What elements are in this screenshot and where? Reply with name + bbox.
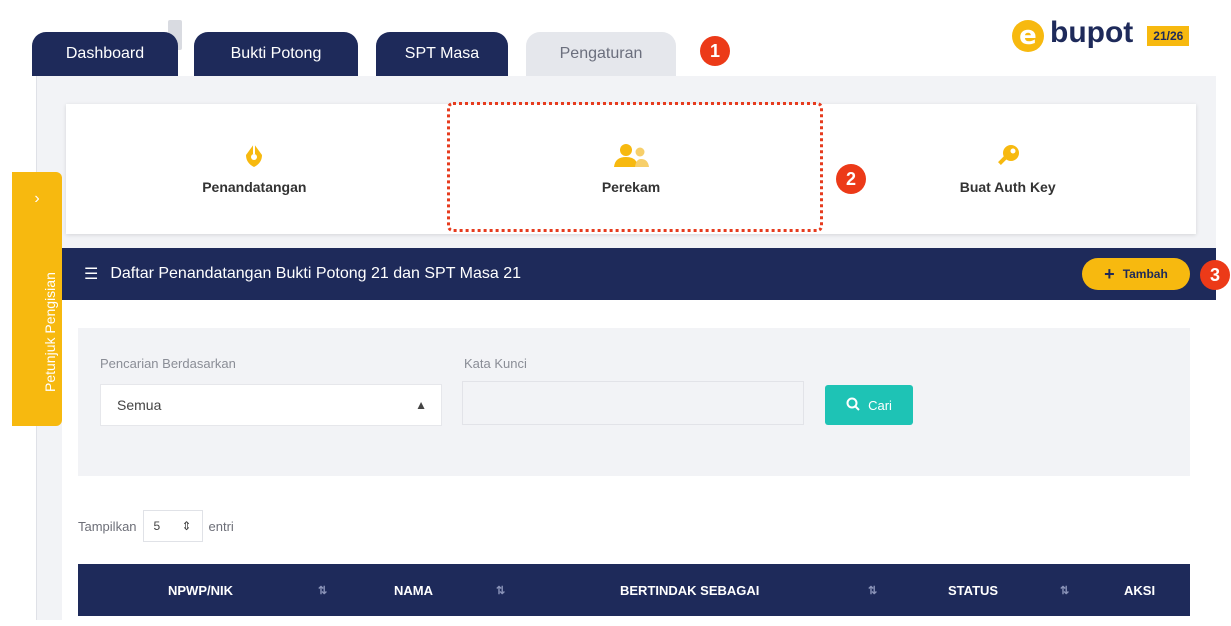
list-icon: ☰ <box>84 266 99 283</box>
plus-icon: + <box>1104 263 1115 284</box>
column-aksi: AKSI <box>1124 582 1156 598</box>
page-size-value: 5 <box>153 519 161 533</box>
step-marker-2: 2 <box>836 164 866 194</box>
tab-pengaturan[interactable]: Pengaturan <box>526 32 676 76</box>
tab-dashboard[interactable]: Dashboard <box>32 32 178 76</box>
tab-spt-masa[interactable]: SPT Masa <box>376 32 508 76</box>
card-label: Penandatangan <box>202 179 307 195</box>
sort-icon[interactable]: ⇅ <box>868 564 877 616</box>
column-nama[interactable]: NAMA <box>394 564 433 616</box>
criteria-value: Semua <box>117 397 162 413</box>
pen-nib-icon <box>243 143 265 169</box>
section-title: Daftar Penandatangan Bukti Potong 21 dan… <box>110 265 521 282</box>
search-button[interactable]: Cari <box>825 385 913 425</box>
criteria-select[interactable]: Semua ▲︎ <box>100 384 442 426</box>
app-logo: e bupot 21/26 <box>1012 16 1190 52</box>
page-size-suffix: entri <box>208 518 234 534</box>
step-marker-1: 1 <box>700 36 730 66</box>
settings-cards: Penandatangan Perekam Buat Auth Key <box>66 104 1196 234</box>
table-header: NPWP/NIK ⇅ NAMA ⇅ BERTINDAK SEBAGAI ⇅ ST… <box>78 564 1190 616</box>
section-header: ☰ Daftar Penandatangan Bukti Potong 21 d… <box>62 248 1216 300</box>
card-buat-auth-key[interactable]: Buat Auth Key <box>819 104 1196 234</box>
tab-label: Pengaturan <box>559 45 643 62</box>
sort-icon[interactable]: ⇅ <box>318 564 327 616</box>
sort-icon[interactable]: ⇅ <box>1060 564 1069 616</box>
select-caret-icon: ⇕ <box>181 519 192 533</box>
card-penandatangan[interactable]: Penandatangan <box>66 104 443 234</box>
search-icon <box>846 397 860 414</box>
page-size-row: Tampilkan 5 ⇕ entri <box>78 510 234 542</box>
page: Dashboard Bukti Potong SPT Masa Pengatur… <box>0 0 1231 626</box>
logo-name: bupot <box>1050 16 1134 49</box>
tab-label: Dashboard <box>65 45 145 62</box>
keyword-input[interactable] <box>462 381 804 425</box>
guide-side-tab[interactable]: › Petunjuk Pengisian <box>12 172 62 426</box>
sort-icon[interactable]: ⇅ <box>496 564 505 616</box>
card-label: Perekam <box>601 179 661 195</box>
step-marker-3: 3 <box>1200 260 1230 290</box>
keyword-label: Kata Kunci <box>464 356 527 371</box>
page-size-prefix: Tampilkan <box>78 518 137 534</box>
guide-label: Petunjuk Pengisian <box>42 272 58 392</box>
tab-label: SPT Masa <box>404 45 480 62</box>
card-label: Buat Auth Key <box>959 179 1056 195</box>
tab-bukti-potong[interactable]: Bukti Potong <box>194 32 358 76</box>
add-button[interactable]: + Tambah <box>1082 258 1190 290</box>
card-perekam[interactable]: Perekam <box>443 104 820 234</box>
criteria-label: Pencarian Berdasarkan <box>100 356 236 371</box>
column-bertindak[interactable]: BERTINDAK SEBAGAI <box>620 564 759 616</box>
page-size-select[interactable]: 5 ⇕ <box>142 510 203 542</box>
sort-caret-icon: ▲︎ <box>415 398 427 412</box>
add-button-label: Tambah <box>1122 267 1168 281</box>
column-npwp[interactable]: NPWP/NIK <box>168 564 233 616</box>
tab-label: Bukti Potong <box>230 45 322 62</box>
users-icon <box>611 143 651 169</box>
chevron-right-icon: › <box>34 190 40 207</box>
column-status[interactable]: STATUS <box>948 564 998 616</box>
logo-badge: 21/26 <box>1147 26 1190 46</box>
key-icon <box>995 143 1021 169</box>
logo-mark: e <box>1012 20 1044 52</box>
search-button-label: Cari <box>868 397 892 413</box>
